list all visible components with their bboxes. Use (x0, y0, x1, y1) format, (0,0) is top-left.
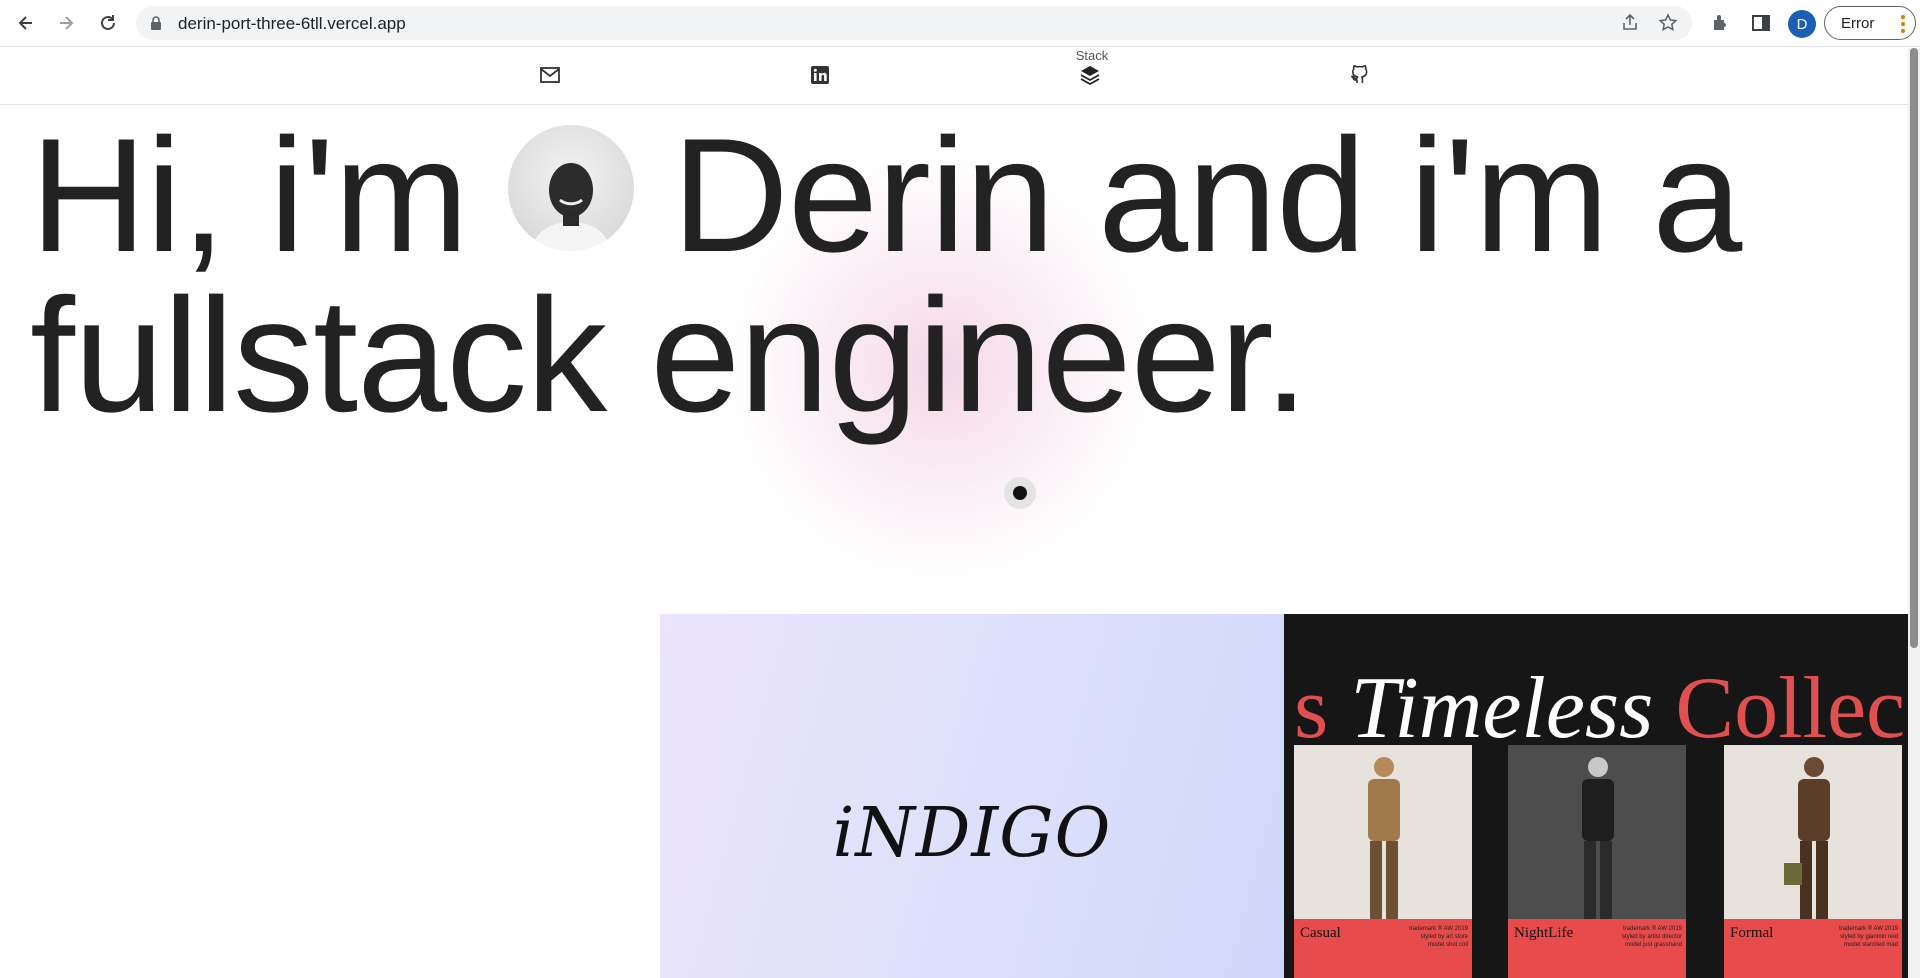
mail-link[interactable] (539, 64, 561, 86)
side-panel-icon[interactable] (1750, 12, 1772, 34)
address-bar[interactable]: derin-port-three-6tll.vercel.app (136, 6, 1692, 40)
model-figure-icon (1582, 757, 1614, 921)
url-text: derin-port-three-6tll.vercel.app (178, 14, 406, 33)
extensions-icon[interactable] (1710, 12, 1732, 34)
back-button[interactable] (12, 9, 40, 37)
look-desc: trademark ® AW 2019 styled by artist dir… (1621, 926, 1682, 948)
lock-icon (151, 16, 161, 30)
look-card-nightlife: NightLife trademark ® AW 2019 styled by … (1508, 745, 1686, 978)
page-scrollbar[interactable] (1908, 48, 1920, 978)
project-title-timeless: s Timeless Collec (1294, 664, 1905, 754)
look-desc: trademark ® AW 2019 styled by art store … (1409, 926, 1468, 948)
hero-line-2: fullstack engineer. (30, 265, 1309, 446)
hero-line-1: Hi, i'm Derin and i'm a (30, 115, 1742, 277)
star-icon[interactable] (1658, 13, 1678, 33)
project-title-indigo: iNDIGO (832, 794, 1112, 873)
error-button[interactable]: Error (1824, 6, 1916, 40)
look-name: Casual (1300, 925, 1341, 941)
page-viewport: Stack Hi, i'm Derin and i'm a fullstack … (0, 48, 1908, 978)
share-icon[interactable] (1620, 13, 1640, 33)
forward-button[interactable] (52, 9, 80, 37)
profile-avatar[interactable]: D (1788, 10, 1816, 38)
model-figure-icon (1368, 757, 1400, 921)
arrow-left-icon (18, 16, 32, 30)
linkedin-link[interactable] (809, 64, 831, 86)
title-prefix: s (1294, 660, 1329, 757)
reload-button[interactable] (94, 9, 122, 37)
scrollbar-thumb[interactable] (1910, 48, 1918, 648)
hero-name-line: Derin and i'm a (671, 105, 1742, 286)
custom-cursor-dot (1013, 486, 1027, 500)
menu-dots-icon (1901, 15, 1905, 36)
linkedin-icon (811, 66, 829, 84)
profile-photo (507, 125, 634, 252)
project-card-indigo[interactable]: iNDIGO (660, 614, 1284, 978)
look-card-casual: Casual trademark ® AW 2019 styled by art… (1294, 745, 1472, 978)
look-label-band: Casual trademark ® AW 2019 styled by art… (1294, 919, 1472, 978)
look-name: NightLife (1514, 925, 1574, 941)
look-label-band: Formal trademark ® AW 2019 styled by gia… (1724, 919, 1902, 978)
title-suffix: Collec (1675, 660, 1906, 757)
hero-greeting: Hi, i'm (30, 105, 469, 286)
site-nav: Stack (0, 48, 1908, 105)
look-card-formal: Formal trademark ® AW 2019 styled by gia… (1724, 745, 1902, 978)
look-label-band: NightLife trademark ® AW 2019 styled by … (1508, 919, 1686, 978)
project-card-timeless[interactable]: s Timeless Collec Casual trademark ® AW … (1284, 614, 1908, 978)
mail-icon (540, 67, 560, 83)
github-link[interactable] (1349, 64, 1371, 86)
stack-label: Stack (1075, 48, 1109, 63)
title-main: Timeless (1350, 660, 1654, 757)
error-label: Error (1841, 14, 1875, 32)
model-figure-icon (1784, 757, 1830, 921)
stack-icon (1080, 66, 1100, 86)
person-portrait-icon (529, 163, 612, 252)
stack-link[interactable] (1079, 64, 1101, 86)
arrow-right-icon (60, 16, 74, 30)
github-icon (1350, 65, 1368, 83)
browser-toolbar: derin-port-three-6tll.vercel.app D Error (0, 0, 1920, 47)
hero-heading: Hi, i'm Derin and i'm a fullstack engine… (30, 115, 1742, 446)
reload-icon (101, 15, 115, 30)
look-desc: trademark ® AW 2019 styled by gianmin re… (1839, 926, 1898, 948)
look-name: Formal (1730, 925, 1774, 941)
